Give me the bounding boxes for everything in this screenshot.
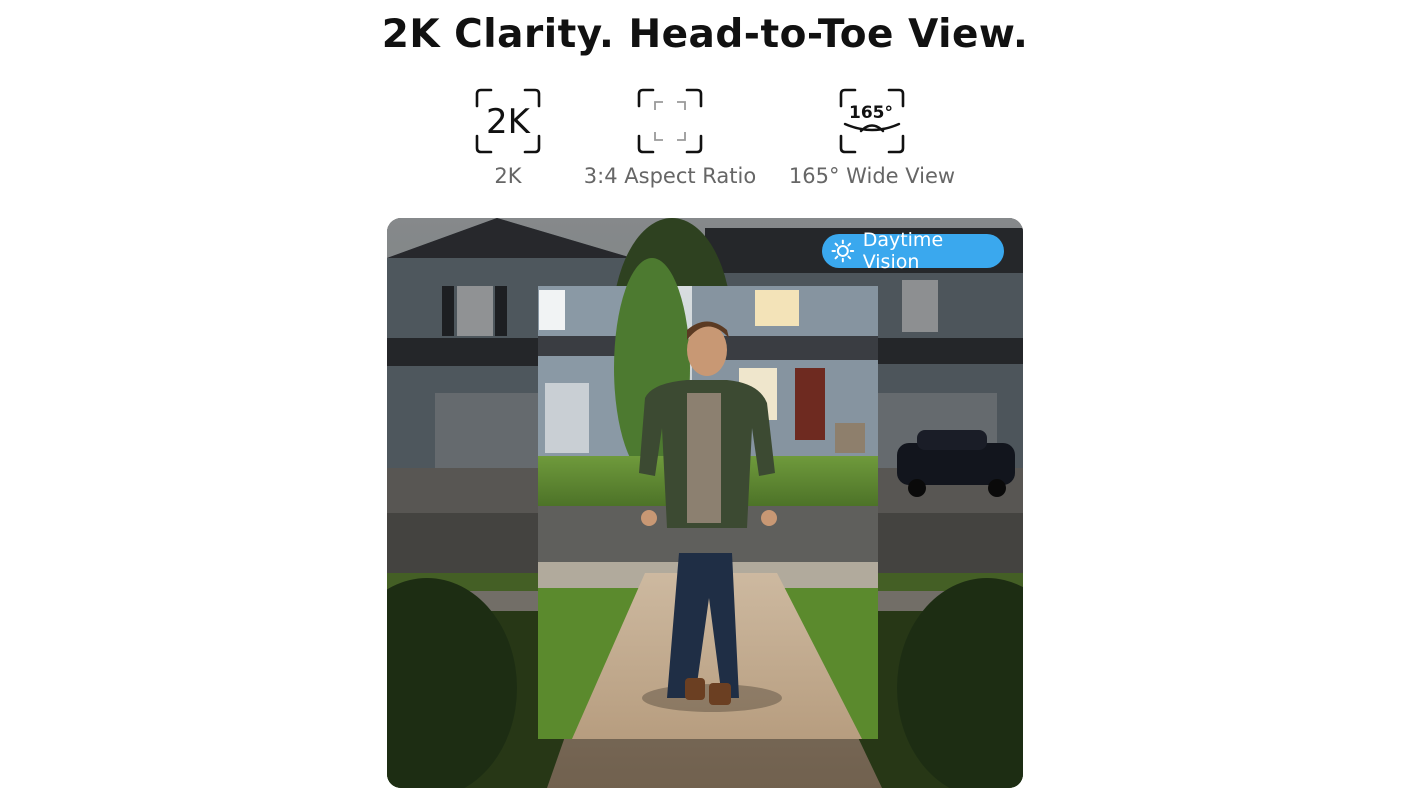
aspect-crop-frame xyxy=(538,258,878,739)
2k-icon-text: 2K xyxy=(486,102,532,142)
daytime-vision-badge: Daytime Vision xyxy=(822,229,1004,273)
camera-view-image xyxy=(387,218,1023,788)
feature-wide-view: 165° 165° Wide View xyxy=(787,86,957,188)
aspect-ratio-icon xyxy=(637,88,703,154)
wide-angle-icon: 165° xyxy=(839,88,905,154)
camera-scene-illustration xyxy=(387,218,1023,788)
feature-label-wide-view: 165° Wide View xyxy=(788,164,956,188)
daytime-vision-label: Daytime Vision xyxy=(862,229,944,273)
feature-label-aspect-ratio: 3:4 Aspect Ratio xyxy=(583,164,757,188)
2k-resolution-icon: 2K xyxy=(475,88,541,154)
sun-icon xyxy=(831,239,855,263)
feature-label-2k: 2K xyxy=(494,164,522,188)
wide-angle-icon-text: 165° xyxy=(849,103,893,123)
page-title: 2K Clarity. Head-to-Toe View. xyxy=(381,12,1029,57)
feature-aspect-ratio: 3:4 Aspect Ratio xyxy=(580,86,760,188)
feature-2k: 2K 2K xyxy=(458,86,558,188)
